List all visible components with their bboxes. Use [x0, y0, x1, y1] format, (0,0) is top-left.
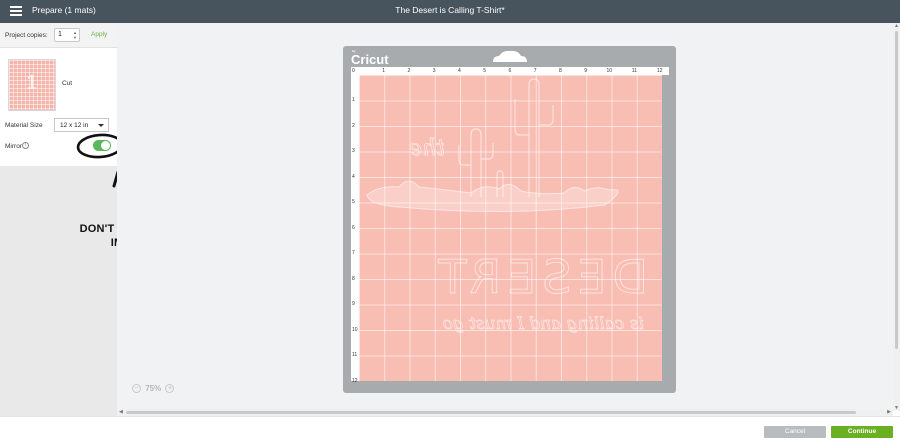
zoom-value: 75%	[145, 384, 162, 394]
top-ruler: 0 1 2 3 4 5 6 7 8 9 10 11 12	[351, 67, 669, 75]
top-ruler-tick: 0	[352, 68, 355, 74]
mat-grid[interactable]: the DESERT is calling and I must go	[359, 75, 662, 381]
zoom-control: − 75% +	[132, 384, 175, 396]
top-ruler-tick: 9	[584, 68, 588, 74]
mirror-label: Mirror	[5, 143, 22, 150]
left-ruler-tick: 12	[352, 377, 358, 384]
design-word-desert: DESERT	[433, 250, 648, 304]
top-ruler-tick: 6	[508, 68, 512, 74]
info-icon[interactable]: i	[22, 142, 29, 149]
desert-ground	[366, 180, 619, 213]
material-size-value: 12 x 12 in	[60, 122, 89, 129]
cancel-button[interactable]: Cancel	[764, 426, 826, 438]
logo-text: Cricut	[351, 52, 389, 67]
top-ruler-tick: 3	[432, 68, 436, 74]
top-bar: Prepare (1 mats) The Desert is Calling T…	[0, 0, 900, 23]
sidebar-empty-area	[0, 166, 117, 416]
sidebar-panel: Project copies: 1 ▲ ▼ Apply 1 Cut Materia…	[0, 23, 124, 166]
mat-thumbnail-number: 1	[26, 72, 38, 94]
scroll-left-icon[interactable]: ◀	[119, 409, 123, 415]
left-ruler-tick: 11	[352, 352, 358, 358]
project-copies-row: Project copies: 1 ▲ ▼ Apply	[0, 23, 117, 48]
left-ruler-tick: 2	[352, 122, 355, 129]
copies-stepper-icon[interactable]: ▲ ▼	[73, 30, 77, 40]
scroll-down-icon[interactable]: ▼	[894, 405, 899, 411]
left-ruler-tick: 10	[352, 326, 358, 333]
cloud-handle-icon	[493, 50, 527, 62]
project-copies-label: Project copies:	[5, 32, 48, 39]
left-ruler-tick: 1	[352, 97, 355, 103]
left-ruler-tick: 6	[352, 224, 355, 231]
design-word-the: the	[409, 136, 445, 161]
bottom-bar: Cancel Continue	[0, 416, 900, 446]
cricut-logo: by Cricut	[351, 49, 389, 67]
top-ruler-tick: 7	[533, 68, 537, 74]
left-ruler-tick: 3	[352, 148, 355, 154]
left-ruler-tick: 9	[352, 301, 355, 307]
cutting-mat[interactable]: by Cricut 0 1 2 3 4 5 6 7 8 9 10 11 12 1 2 3 4 5 6 7 8 9 10 11…	[343, 46, 676, 393]
left-ruler-tick: 5	[352, 199, 355, 205]
scroll-up-icon[interactable]: ▲	[894, 23, 899, 29]
vertical-scroll-thumb[interactable]	[895, 31, 898, 349]
toggle-knob	[101, 141, 110, 150]
material-size-label: Material Size	[5, 122, 43, 129]
cut-label: Cut	[62, 80, 73, 87]
top-ruler-tick: 1	[382, 68, 386, 74]
top-ruler-tick: 11	[631, 68, 637, 74]
logo-by-text: by	[352, 49, 356, 53]
chevron-down-icon	[98, 124, 104, 127]
desert-design-artwork[interactable]: the DESERT is calling and I must go	[359, 75, 662, 381]
left-ruler-tick: 8	[352, 275, 355, 282]
apply-button[interactable]: Apply	[91, 31, 107, 38]
left-ruler-tick: 4	[352, 173, 355, 180]
zoom-in-button[interactable]: +	[165, 384, 175, 394]
scroll-right-icon[interactable]: ▶	[887, 409, 891, 415]
zoom-out-button[interactable]: −	[132, 384, 141, 394]
cactus-right	[514, 78, 554, 197]
project-title: The Desert is Calling T-Shirt*	[395, 5, 505, 15]
design-tagline: is calling and I must go	[443, 314, 644, 334]
top-ruler-tick: 2	[407, 68, 411, 74]
left-ruler-tick: 7	[352, 250, 355, 256]
top-ruler-tick: 10	[606, 68, 613, 74]
continue-button[interactable]: Continue	[831, 426, 893, 438]
horizontal-scrollbar[interactable]: ◀ ▶	[117, 409, 893, 416]
left-ruler: 1 2 3 4 5 6 7 8 9 10 11 12	[351, 75, 359, 384]
mirror-toggle[interactable]	[93, 140, 111, 151]
mat-thumbnail[interactable]: 1	[8, 59, 56, 111]
horizontal-scroll-thumb[interactable]	[126, 411, 856, 414]
top-ruler-tick: 8	[559, 68, 562, 74]
vertical-scrollbar[interactable]: ▲ ▼	[893, 23, 900, 411]
top-ruler-tick: 4	[458, 68, 461, 74]
top-ruler-tick: 5	[483, 68, 487, 74]
top-ruler-tick: 12	[657, 68, 663, 74]
material-size-select[interactable]: 12 x 12 in	[54, 118, 109, 132]
